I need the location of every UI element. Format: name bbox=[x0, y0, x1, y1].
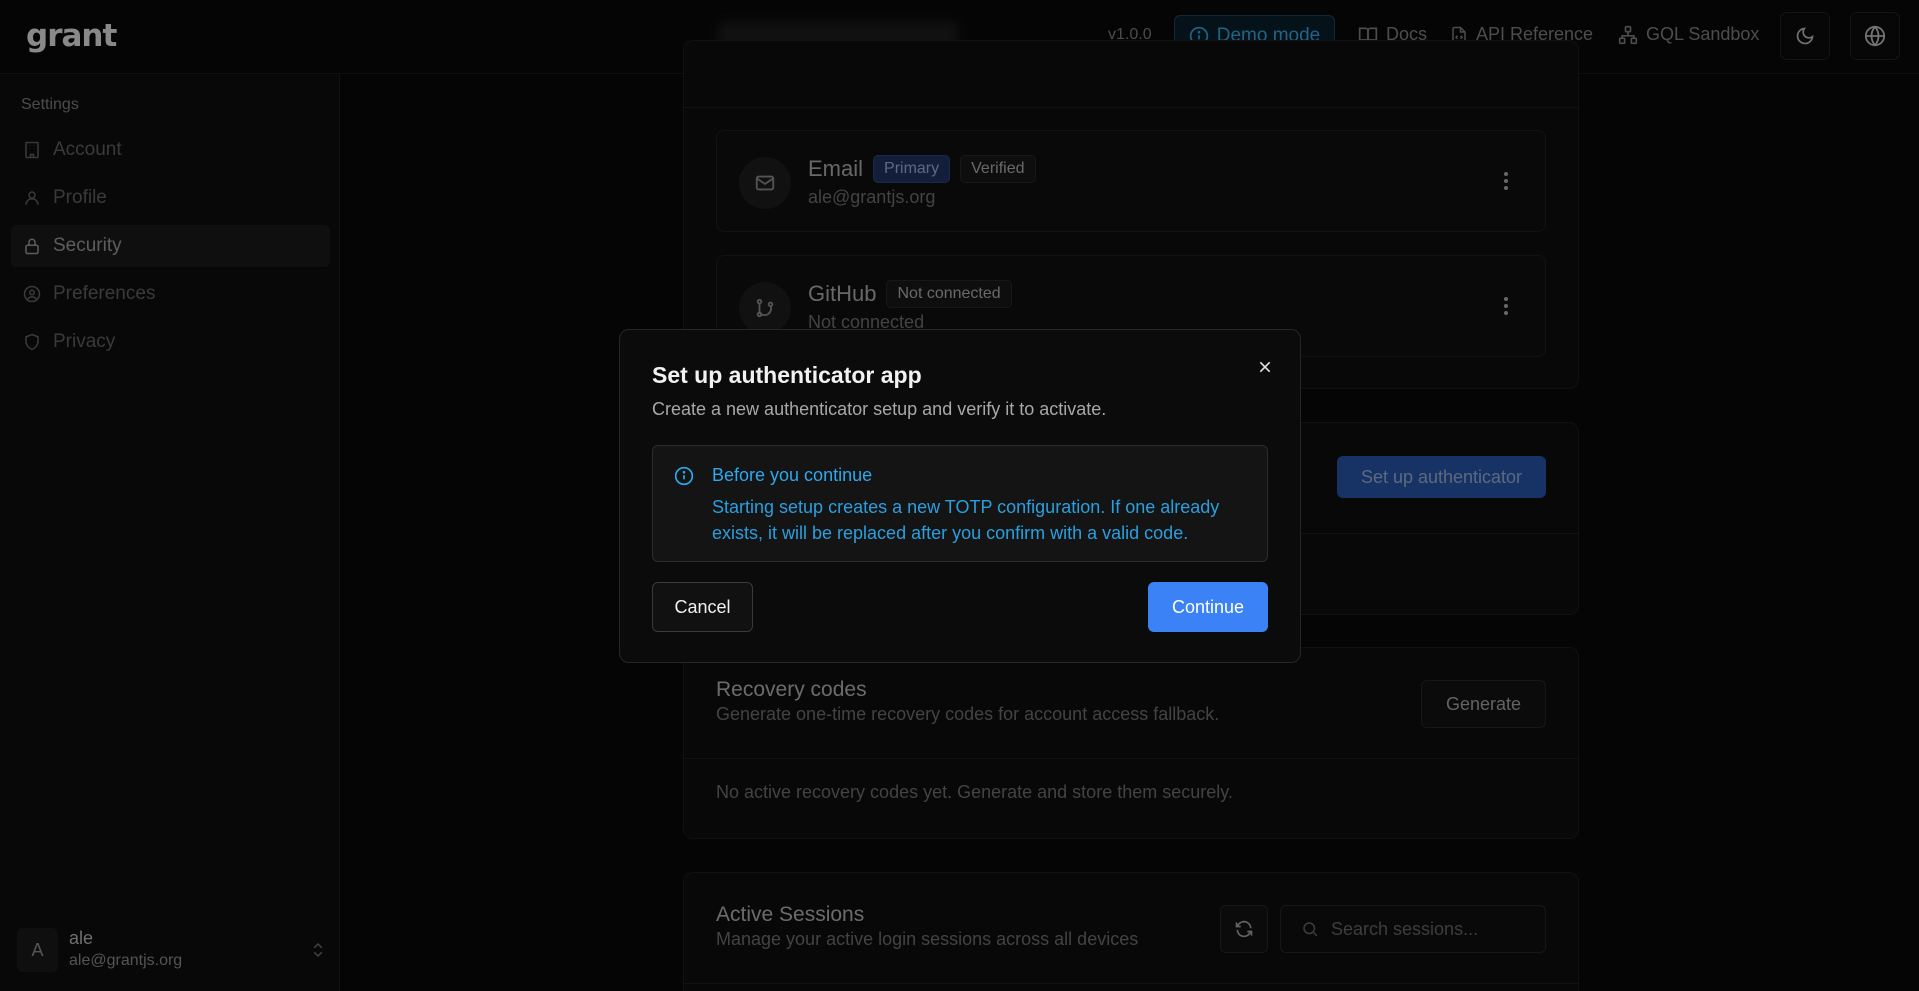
alert-body: Starting setup creates a new TOTP config… bbox=[712, 497, 1220, 543]
info-icon bbox=[674, 466, 694, 486]
info-alert: Before you continue Starting setup creat… bbox=[652, 445, 1268, 562]
cancel-button[interactable]: Cancel bbox=[652, 582, 753, 632]
dialog-title: Set up authenticator app bbox=[652, 362, 922, 388]
dialog-description: Create a new authenticator setup and ver… bbox=[652, 399, 1107, 419]
setup-authenticator-dialog: Set up authenticator app Create a new au… bbox=[619, 329, 1301, 663]
continue-button[interactable]: Continue bbox=[1148, 582, 1268, 632]
close-button[interactable] bbox=[1252, 354, 1278, 380]
alert-title: Before you continue bbox=[712, 465, 873, 485]
close-icon bbox=[1257, 359, 1273, 375]
